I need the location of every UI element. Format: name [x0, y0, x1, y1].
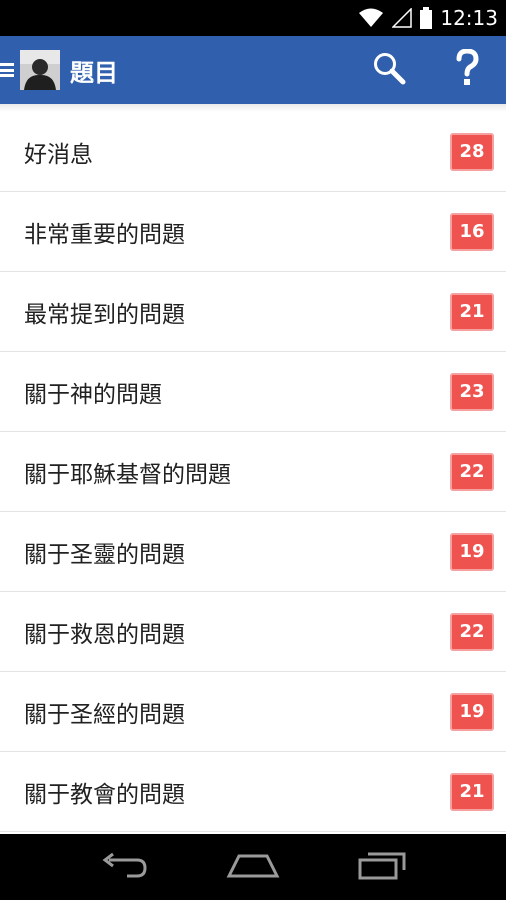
count-badge: 22 — [450, 612, 494, 651]
recents-icon — [356, 850, 408, 884]
page-title: 題目 — [70, 58, 118, 87]
help-icon — [455, 48, 479, 91]
count-badge: 28 — [450, 132, 494, 171]
list-item[interactable]: 關于圣靈的問題 19 — [0, 512, 506, 592]
list-item[interactable]: 關于神的問題 23 — [0, 352, 506, 432]
list-item[interactable]: 關于耶穌基督的問題 22 — [0, 432, 506, 512]
list-item-label: 好消息 — [24, 141, 93, 168]
count-badge: 23 — [450, 372, 494, 411]
list-top-shadow — [0, 104, 506, 112]
wifi-icon — [358, 8, 384, 28]
signal-icon — [392, 8, 413, 28]
list-item[interactable]: 最常提到的問題 21 — [0, 272, 506, 352]
list-item-label: 最常提到的問題 — [24, 301, 185, 328]
count-badge: 22 — [450, 452, 494, 491]
list-item[interactable]: 關于救恩的問題 22 — [0, 592, 506, 672]
home-icon — [225, 850, 281, 884]
status-time: 12:13 — [440, 6, 498, 30]
status-bar: 12:13 — [0, 0, 506, 36]
count-badge: 21 — [450, 292, 494, 331]
count-badge: 19 — [450, 692, 494, 731]
search-icon — [372, 51, 406, 89]
list-item-label: 關于圣靈的問題 — [24, 541, 185, 568]
help-button[interactable] — [428, 36, 506, 104]
list-item-label: 關于救恩的問題 — [24, 621, 185, 648]
count-badge: 21 — [450, 772, 494, 811]
count-badge: 16 — [450, 212, 494, 251]
battery-icon — [420, 7, 433, 29]
avatar[interactable] — [20, 50, 60, 90]
recents-button[interactable] — [347, 842, 417, 892]
count-badge: 19 — [450, 532, 494, 571]
search-button[interactable] — [350, 36, 428, 104]
list-item-label: 關于圣經的問題 — [24, 701, 185, 728]
list-item[interactable]: 非常重要的問題 16 — [0, 192, 506, 272]
back-icon — [99, 850, 149, 884]
topic-list: 好消息 28 非常重要的問題 16 最常提到的問題 21 關于神的問題 23 關… — [0, 104, 506, 834]
system-nav-bar — [0, 834, 506, 900]
list-item[interactable]: 好消息 28 — [0, 112, 506, 192]
app-bar: 題目 — [0, 36, 506, 104]
back-button[interactable] — [89, 842, 159, 892]
list-item-label: 關于耶穌基督的問題 — [24, 461, 231, 488]
app-bar-actions — [350, 36, 506, 104]
list-item[interactable]: 關于圣經的問題 19 — [0, 672, 506, 752]
list-item-label: 關于神的問題 — [24, 381, 162, 408]
menu-icon[interactable] — [0, 60, 16, 80]
list-item[interactable]: 關于教會的問題 21 — [0, 752, 506, 832]
home-button[interactable] — [218, 842, 288, 892]
list-item-label: 非常重要的問題 — [24, 221, 185, 248]
list-item-label: 關于教會的問題 — [24, 781, 185, 808]
